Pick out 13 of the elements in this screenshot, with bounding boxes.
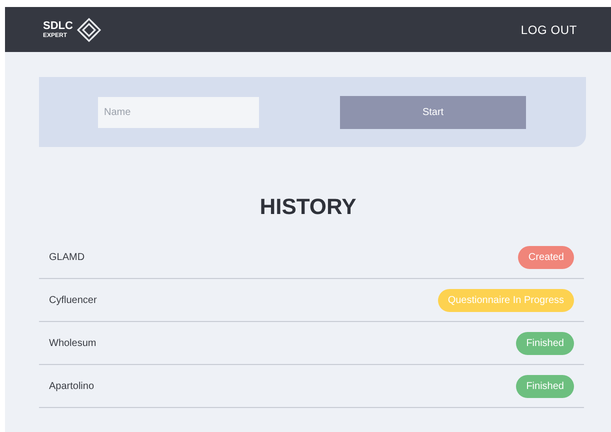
- project-name: GLAMD: [49, 250, 85, 264]
- logout-button[interactable]: LOG OUT: [520, 20, 577, 38]
- status-tag: Finished: [516, 374, 574, 398]
- project-name: Cyfluencer: [49, 294, 97, 308]
- status-tag: Created: [518, 246, 574, 268]
- status-tag: Finished: [516, 332, 574, 354]
- history-title: HISTORY: [260, 196, 356, 218]
- name-field[interactable]: Name: [98, 96, 259, 128]
- logo-title: SDLC: [43, 20, 73, 32]
- logo-icon: [76, 18, 101, 42]
- project-name: Apartolino: [49, 380, 94, 394]
- status-tag: Questionnaire In Progress: [438, 288, 574, 312]
- project-name: Wholesum: [49, 336, 96, 350]
